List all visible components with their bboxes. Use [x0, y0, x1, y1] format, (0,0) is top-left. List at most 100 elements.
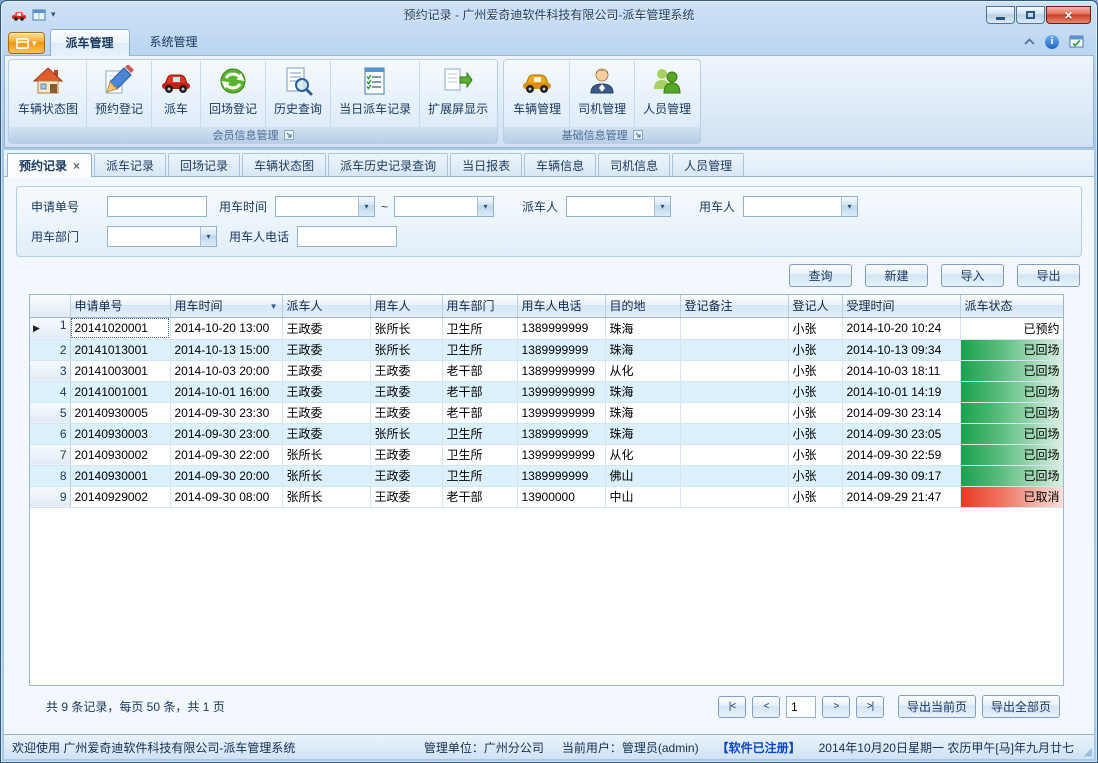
grid-table: 申请单号用车时间▼派车人用车人用车部门用车人电话目的地登记备注登记人受理时间派车…: [30, 295, 1064, 508]
grid-cell: 珠海: [605, 317, 680, 339]
grid-cell: 2014-10-03 20:00: [170, 360, 282, 381]
chevron-down-icon[interactable]: ▾: [477, 197, 493, 216]
export-button[interactable]: 导出: [1017, 264, 1080, 287]
grid-row[interactable]: 5201409300052014-09-30 23:30王政委王政委老干部139…: [30, 402, 1064, 423]
ribbon-button-label: 扩展屏显示: [428, 100, 488, 117]
grid-cell: 20140930003: [70, 423, 170, 444]
grid-row[interactable]: 9201409290022014-09-30 08:00张所长王政委老干部139…: [30, 486, 1064, 507]
page-number-input[interactable]: [786, 696, 816, 718]
column-header[interactable]: 用车人: [370, 295, 442, 317]
column-header[interactable]: 目的地: [605, 295, 680, 317]
request-no-input[interactable]: [107, 196, 207, 217]
column-header[interactable]: 登记备注: [680, 295, 788, 317]
chevron-down-icon[interactable]: ▾: [200, 227, 216, 246]
doc-tab[interactable]: 派车记录: [94, 153, 166, 176]
theme-icon[interactable]: [1069, 34, 1084, 49]
vehicle-mgmt-button[interactable]: 车辆管理: [505, 61, 569, 127]
doc-tab[interactable]: 车辆状态图: [242, 153, 326, 176]
last-page-button[interactable]: >|: [856, 696, 884, 718]
doc-tab[interactable]: 车辆信息: [524, 153, 596, 176]
close-tab-icon[interactable]: ×: [73, 160, 80, 172]
dispatch-icon: [160, 65, 192, 97]
grid-row[interactable]: 4201410010012014-10-01 16:00王政委王政委老干部139…: [30, 381, 1064, 402]
sort-desc-icon: ▼: [270, 302, 278, 311]
vehicle-status-button[interactable]: 车辆状态图: [10, 61, 86, 127]
doc-tab[interactable]: 预约记录×: [7, 153, 92, 177]
extend-screen-button[interactable]: 扩展屏显示: [419, 61, 496, 127]
query-button[interactable]: 查询: [789, 264, 852, 287]
column-header[interactable]: 受理时间: [842, 295, 960, 317]
maximize-button[interactable]: [1016, 6, 1045, 24]
doc-tab[interactable]: 人员管理: [672, 153, 744, 176]
app-menu-button[interactable]: ▾: [8, 32, 45, 54]
dialog-launcher-icon[interactable]: [633, 130, 643, 140]
grid-cell: 2014-09-30 22:00: [170, 444, 282, 465]
doc-tab[interactable]: 司机信息: [598, 153, 670, 176]
doc-tab[interactable]: 派车历史记录查询: [328, 153, 448, 176]
import-button[interactable]: 导入: [941, 264, 1004, 287]
daily-dispatch-button[interactable]: 当日派车记录: [330, 61, 419, 127]
window-layout-icon[interactable]: [31, 7, 47, 23]
ribbon-collapse-icon[interactable]: [1024, 38, 1035, 45]
return-button[interactable]: 回场登记: [200, 61, 265, 127]
chevron-down-icon[interactable]: ▾: [654, 197, 670, 216]
export-current-page-button[interactable]: 导出当前页: [898, 695, 976, 718]
column-header[interactable]: 用车时间▼: [170, 295, 282, 317]
grid-cell: 20140930001: [70, 465, 170, 486]
column-header[interactable]: 用车部门: [442, 295, 517, 317]
help-icon[interactable]: i: [1045, 35, 1059, 49]
dialog-launcher-icon[interactable]: [284, 130, 294, 140]
grid-cell: 卫生所: [442, 339, 517, 360]
chevron-down-icon[interactable]: ▾: [841, 197, 857, 216]
grid-cell: 2014-10-20 13:00: [170, 317, 282, 339]
use-time-from-combo[interactable]: ▾: [275, 196, 375, 217]
history-button[interactable]: 历史查询: [265, 61, 330, 127]
app-menu-icon: [16, 37, 29, 50]
new-button[interactable]: 新建: [865, 264, 928, 287]
next-page-button[interactable]: >: [822, 696, 850, 718]
grid-cell: 从化: [605, 360, 680, 381]
doc-tab[interactable]: 回场记录: [168, 153, 240, 176]
phone-input[interactable]: [297, 226, 397, 247]
ribbon-tab-system-management[interactable]: 系统管理: [135, 29, 213, 55]
ribbon-tab-dispatch-management[interactable]: 派车管理: [50, 29, 130, 56]
reservation-button[interactable]: 预约登记: [86, 61, 151, 127]
grid-row[interactable]: ▶1201410200012014-10-20 13:00王政委张所长卫生所13…: [30, 317, 1064, 339]
column-header[interactable]: 派车人: [282, 295, 370, 317]
grid-cell: 王政委: [282, 381, 370, 402]
grid-row[interactable]: 6201409300032014-09-30 23:00王政委张所长卫生所138…: [30, 423, 1064, 444]
current-user-text: 当前用户：管理员(admin): [562, 739, 699, 756]
dept-combo[interactable]: ▾: [107, 226, 217, 247]
grid-cell: 老干部: [442, 381, 517, 402]
close-button[interactable]: ×: [1046, 6, 1091, 24]
dispatch-status-cell: 已取消: [960, 486, 1064, 507]
doc-tab[interactable]: 当日报表: [450, 153, 522, 176]
column-header[interactable]: 派车状态: [960, 295, 1064, 317]
resize-grip-icon[interactable]: ◢: [1084, 747, 1092, 758]
prev-page-button[interactable]: <: [752, 696, 780, 718]
first-page-button[interactable]: |<: [718, 696, 746, 718]
registered-link[interactable]: 【软件已注册】: [717, 739, 801, 756]
column-header[interactable]: 用车人电话: [517, 295, 605, 317]
grid-row[interactable]: 2201410130012014-10-13 15:00王政委张所长卫生所138…: [30, 339, 1064, 360]
records-grid: 申请单号用车时间▼派车人用车人用车部门用车人电话目的地登记备注登记人受理时间派车…: [29, 294, 1064, 686]
row-indicator-cell: 3: [30, 360, 70, 381]
people-mgmt-button[interactable]: 人员管理: [634, 61, 699, 127]
grid-row[interactable]: 7201409300022014-09-30 22:00张所长王政委卫生所139…: [30, 444, 1064, 465]
column-header[interactable]: 申请单号: [70, 295, 170, 317]
grid-row[interactable]: 8201409300012014-09-30 20:00张所长王政委卫生所138…: [30, 465, 1064, 486]
qat-dropdown-icon[interactable]: ▾: [51, 9, 56, 20]
driver-mgmt-button[interactable]: 司机管理: [569, 61, 634, 127]
row-number: 9: [60, 490, 67, 504]
dispatch-button[interactable]: 派车: [151, 61, 200, 127]
dispatcher-combo[interactable]: ▾: [566, 196, 671, 217]
chevron-down-icon[interactable]: ▾: [358, 197, 374, 216]
grid-row[interactable]: 3201410030012014-10-03 20:00王政委王政委老干部138…: [30, 360, 1064, 381]
minimize-button[interactable]: [986, 6, 1015, 24]
current-row-icon: ▶: [33, 318, 40, 339]
column-header[interactable]: 登记人: [788, 295, 842, 317]
user-combo[interactable]: ▾: [743, 196, 858, 217]
export-all-pages-button[interactable]: 导出全部页: [982, 695, 1060, 718]
row-number: 4: [60, 385, 67, 399]
use-time-to-combo[interactable]: ▾: [394, 196, 494, 217]
